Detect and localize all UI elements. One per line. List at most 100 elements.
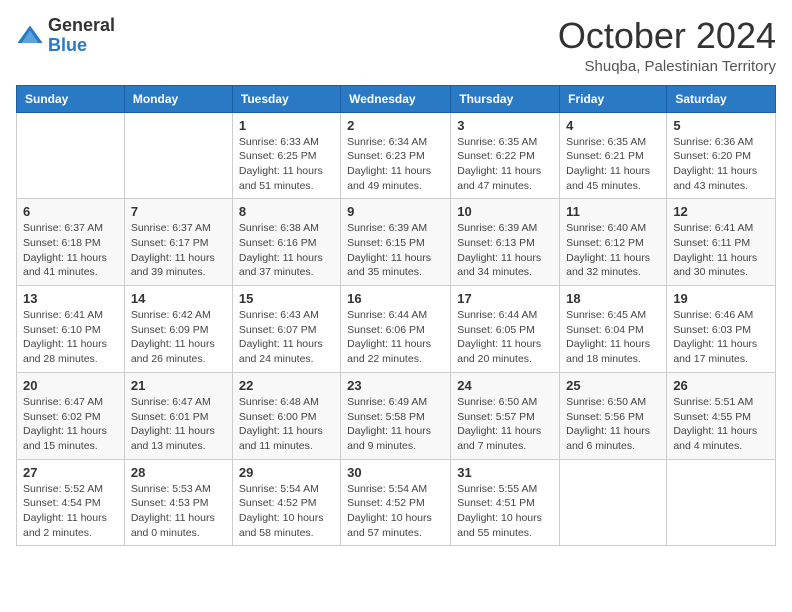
day-number: 16 [347,291,444,306]
weekday-header-monday: Monday [124,85,232,112]
calendar-cell: 16 Sunrise: 6:44 AM Sunset: 6:06 PM Dayli… [341,286,451,373]
week-row-1: 1 Sunrise: 6:33 AM Sunset: 6:25 PM Daylig… [17,112,776,199]
calendar: SundayMondayTuesdayWednesdayThursdayFrid… [16,85,776,547]
calendar-cell: 3 Sunrise: 6:35 AM Sunset: 6:22 PM Daylig… [451,112,560,199]
logo-text: General Blue [48,16,115,56]
day-number: 11 [566,204,660,219]
calendar-cell: 18 Sunrise: 6:45 AM Sunset: 6:04 PM Dayli… [560,286,667,373]
day-number: 24 [457,378,553,393]
day-number: 12 [673,204,769,219]
day-info: Sunrise: 6:37 AM Sunset: 6:17 PM Dayligh… [131,221,226,280]
day-info: Sunrise: 6:34 AM Sunset: 6:23 PM Dayligh… [347,135,444,194]
day-number: 18 [566,291,660,306]
calendar-cell: 15Sunrise: 6:43 AM Sunset: 6:07 PM Dayli… [232,286,340,373]
logo-general: General [48,16,115,36]
calendar-cell: 26 Sunrise: 5:51 AM Sunset: 4:55 PM Dayli… [667,372,776,459]
day-info: Sunrise: 6:44 AM Sunset: 6:06 PM Dayligh… [347,308,444,367]
calendar-cell: 19 Sunrise: 6:46 AM Sunset: 6:03 PM Dayli… [667,286,776,373]
day-number: 4 [566,118,660,133]
calendar-cell: 14 Sunrise: 6:42 AM Sunset: 6:09 PM Dayli… [124,286,232,373]
day-number: 2 [347,118,444,133]
calendar-cell: 13 Sunrise: 6:41 AM Sunset: 6:10 PM Dayli… [17,286,125,373]
day-info: Sunrise: 6:39 AM Sunset: 6:15 PM Dayligh… [347,221,444,280]
calendar-cell: 10Sunrise: 6:39 AM Sunset: 6:13 PM Dayli… [451,199,560,286]
weekday-header-tuesday: Tuesday [232,85,340,112]
week-row-3: 13 Sunrise: 6:41 AM Sunset: 6:10 PM Dayli… [17,286,776,373]
day-info: Sunrise: 6:47 AM Sunset: 6:01 PM Dayligh… [131,395,226,454]
day-number: 8 [239,204,334,219]
day-info: Sunrise: 5:54 AM Sunset: 4:52 PM Dayligh… [347,482,444,541]
day-number: 20 [23,378,118,393]
day-info: Sunrise: 6:45 AM Sunset: 6:04 PM Dayligh… [566,308,660,367]
calendar-cell: 22 Sunrise: 6:48 AM Sunset: 6:00 PM Dayli… [232,372,340,459]
day-number: 26 [673,378,769,393]
day-number: 31 [457,465,553,480]
calendar-cell: 21Sunrise: 6:47 AM Sunset: 6:01 PM Dayli… [124,372,232,459]
day-number: 14 [131,291,226,306]
calendar-cell: 29 Sunrise: 5:54 AM Sunset: 4:52 PM Dayli… [232,459,340,546]
day-number: 23 [347,378,444,393]
day-info: Sunrise: 6:38 AM Sunset: 6:16 PM Dayligh… [239,221,334,280]
day-number: 19 [673,291,769,306]
day-info: Sunrise: 6:33 AM Sunset: 6:25 PM Dayligh… [239,135,334,194]
calendar-cell: 1 Sunrise: 6:33 AM Sunset: 6:25 PM Daylig… [232,112,340,199]
day-number: 3 [457,118,553,133]
calendar-cell: 9Sunrise: 6:39 AM Sunset: 6:15 PM Daylig… [341,199,451,286]
calendar-cell: 25 Sunrise: 6:50 AM Sunset: 5:56 PM Dayli… [560,372,667,459]
calendar-cell: 6Sunrise: 6:37 AM Sunset: 6:18 PM Daylig… [17,199,125,286]
day-info: Sunrise: 6:35 AM Sunset: 6:21 PM Dayligh… [566,135,660,194]
weekday-header-sunday: Sunday [17,85,125,112]
day-info: Sunrise: 5:51 AM Sunset: 4:55 PM Dayligh… [673,395,769,454]
week-row-5: 27 Sunrise: 5:52 AM Sunset: 4:54 PM Dayli… [17,459,776,546]
weekday-header-thursday: Thursday [451,85,560,112]
day-info: Sunrise: 6:48 AM Sunset: 6:00 PM Dayligh… [239,395,334,454]
day-number: 10 [457,204,553,219]
calendar-cell: 20 Sunrise: 6:47 AM Sunset: 6:02 PM Dayli… [17,372,125,459]
day-info: Sunrise: 6:44 AM Sunset: 6:05 PM Dayligh… [457,308,553,367]
day-number: 15 [239,291,334,306]
calendar-cell: 24 Sunrise: 6:50 AM Sunset: 5:57 PM Dayli… [451,372,560,459]
day-info: Sunrise: 5:55 AM Sunset: 4:51 PM Dayligh… [457,482,553,541]
week-row-4: 20 Sunrise: 6:47 AM Sunset: 6:02 PM Dayli… [17,372,776,459]
day-number: 30 [347,465,444,480]
day-info: Sunrise: 6:49 AM Sunset: 5:58 PM Dayligh… [347,395,444,454]
weekday-header-friday: Friday [560,85,667,112]
day-number: 28 [131,465,226,480]
calendar-cell [124,112,232,199]
day-info: Sunrise: 6:42 AM Sunset: 6:09 PM Dayligh… [131,308,226,367]
day-info: Sunrise: 5:52 AM Sunset: 4:54 PM Dayligh… [23,482,118,541]
day-info: Sunrise: 5:53 AM Sunset: 4:53 PM Dayligh… [131,482,226,541]
logo: General Blue [16,16,115,56]
day-info: Sunrise: 6:46 AM Sunset: 6:03 PM Dayligh… [673,308,769,367]
logo-icon [16,22,44,50]
day-number: 25 [566,378,660,393]
calendar-cell: 7Sunrise: 6:37 AM Sunset: 6:17 PM Daylig… [124,199,232,286]
day-info: Sunrise: 6:50 AM Sunset: 5:57 PM Dayligh… [457,395,553,454]
day-number: 1 [239,118,334,133]
weekday-header-row: SundayMondayTuesdayWednesdayThursdayFrid… [17,85,776,112]
calendar-cell: 28 Sunrise: 5:53 AM Sunset: 4:53 PM Dayli… [124,459,232,546]
day-info: Sunrise: 6:40 AM Sunset: 6:12 PM Dayligh… [566,221,660,280]
day-info: Sunrise: 5:54 AM Sunset: 4:52 PM Dayligh… [239,482,334,541]
day-info: Sunrise: 6:41 AM Sunset: 6:10 PM Dayligh… [23,308,118,367]
calendar-cell: 12Sunrise: 6:41 AM Sunset: 6:11 PM Dayli… [667,199,776,286]
calendar-cell: 30 Sunrise: 5:54 AM Sunset: 4:52 PM Dayli… [341,459,451,546]
weekday-header-saturday: Saturday [667,85,776,112]
logo-blue: Blue [48,36,115,56]
calendar-cell: 5Sunrise: 6:36 AM Sunset: 6:20 PM Daylig… [667,112,776,199]
day-info: Sunrise: 6:37 AM Sunset: 6:18 PM Dayligh… [23,221,118,280]
day-info: Sunrise: 6:50 AM Sunset: 5:56 PM Dayligh… [566,395,660,454]
location-title: Shuqba, Palestinian Territory [558,58,776,75]
weekday-header-wednesday: Wednesday [341,85,451,112]
day-number: 13 [23,291,118,306]
calendar-cell: 2 Sunrise: 6:34 AM Sunset: 6:23 PM Daylig… [341,112,451,199]
month-title: October 2024 [558,16,776,56]
day-info: Sunrise: 6:35 AM Sunset: 6:22 PM Dayligh… [457,135,553,194]
day-info: Sunrise: 6:47 AM Sunset: 6:02 PM Dayligh… [23,395,118,454]
day-number: 29 [239,465,334,480]
day-number: 5 [673,118,769,133]
calendar-cell: 27 Sunrise: 5:52 AM Sunset: 4:54 PM Dayli… [17,459,125,546]
day-number: 22 [239,378,334,393]
day-number: 27 [23,465,118,480]
calendar-cell: 4 Sunrise: 6:35 AM Sunset: 6:21 PM Daylig… [560,112,667,199]
